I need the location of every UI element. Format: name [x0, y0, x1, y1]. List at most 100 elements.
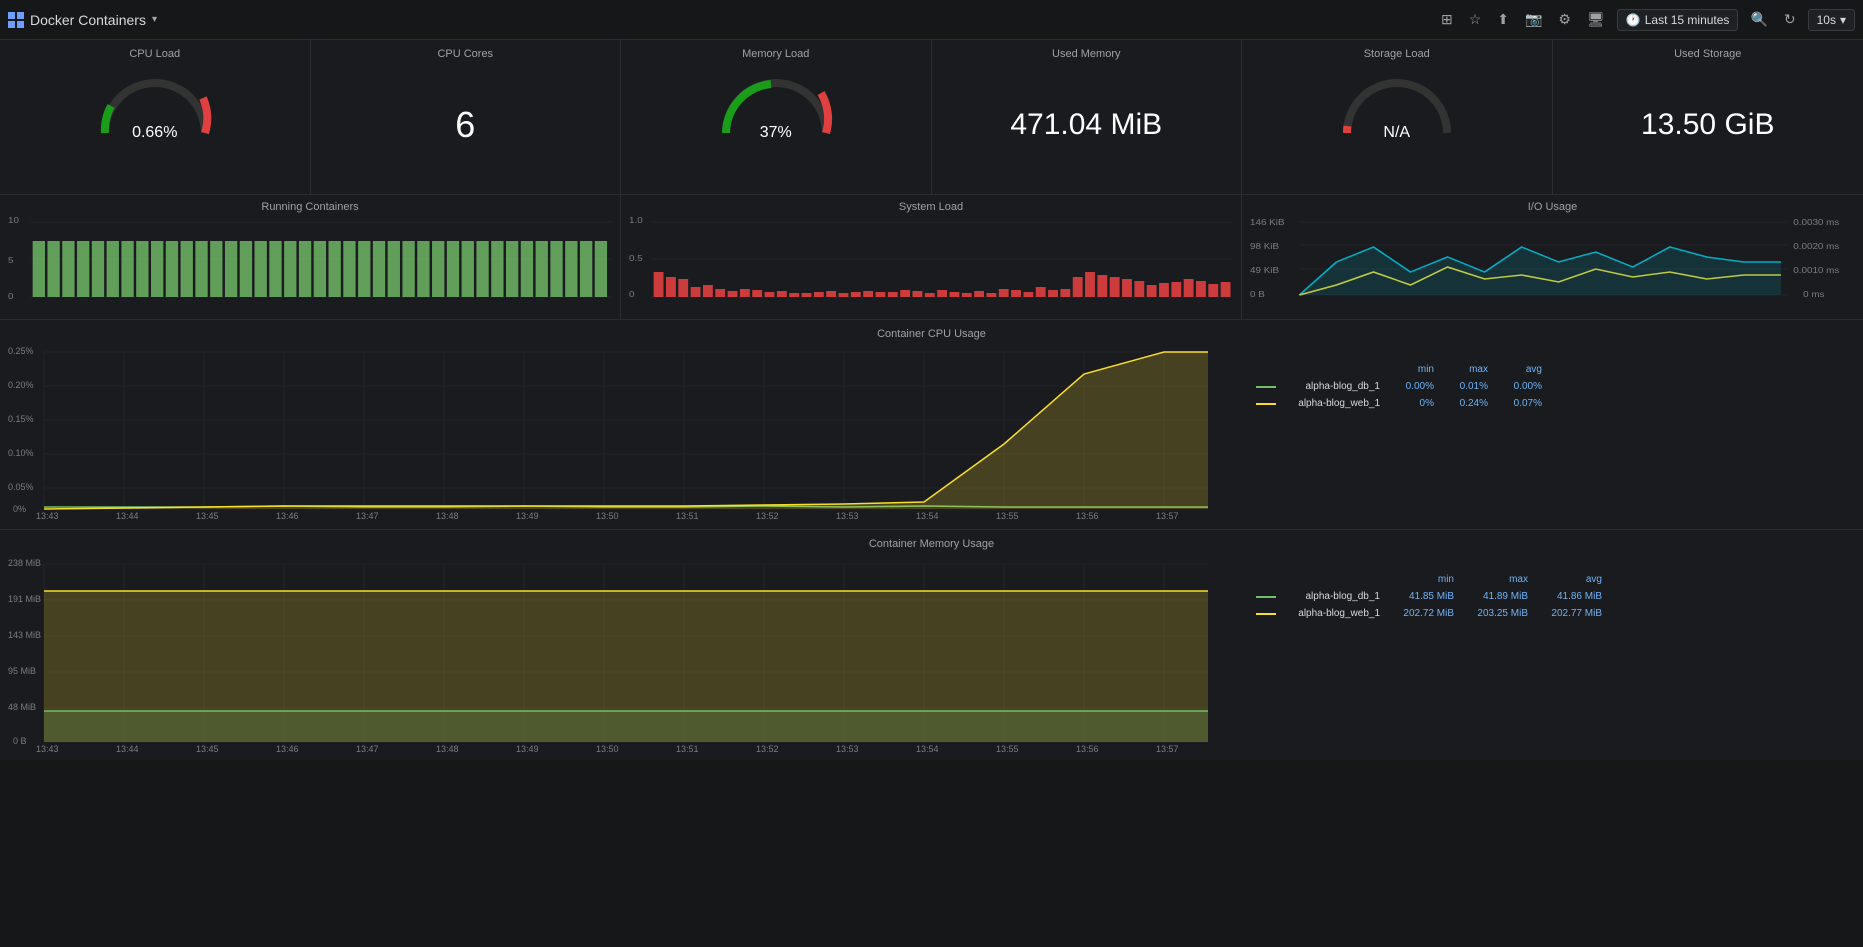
io-usage-title: I/O Usage: [1250, 201, 1855, 213]
svg-text:13:52: 13:52: [756, 511, 779, 519]
cpu-legend-max-0: 0.01%: [1438, 381, 1488, 392]
mem-legend-min-1: 202.72 MiB: [1384, 608, 1454, 619]
refresh-rate-label: 10s: [1817, 13, 1836, 27]
svg-text:13:52: 13:52: [756, 744, 779, 754]
clock-icon: 🕐: [1626, 13, 1641, 27]
svg-text:13:50: 13:50: [596, 511, 619, 519]
memory-load-title: Memory Load: [629, 48, 923, 60]
svg-text:238 MiB: 238 MiB: [8, 558, 41, 568]
svg-text:13:46: 13:46: [276, 511, 299, 519]
memory-load-panel: Memory Load 37%: [621, 40, 932, 194]
cpu-legend-item-1: alpha-blog_web_1 0% 0.24% 0.07%: [1256, 398, 1542, 409]
search-icon[interactable]: 🔍: [1746, 9, 1771, 30]
svg-text:13:53: 13:53: [836, 744, 859, 754]
mem-legend-color-1: [1256, 613, 1276, 615]
svg-text:0: 0: [629, 290, 634, 299]
memory-usage-chart-container: 238 MiB 191 MiB 143 MiB 95 MiB 48 MiB 0 …: [8, 554, 1855, 759]
cpu-usage-title: Container CPU Usage: [8, 328, 1855, 340]
mem-legend-item-0: alpha-blog_db_1 41.85 MiB 41.89 MiB 41.8…: [1256, 591, 1602, 602]
svg-text:48 MiB: 48 MiB: [8, 702, 36, 712]
cpu-usage-panel: Container CPU Usage 0.25% 0.20% 0.15% 0.…: [0, 320, 1863, 530]
svg-text:13:45: 13:45: [196, 511, 219, 519]
cpu-legend-min-1: 0%: [1384, 398, 1434, 409]
cpu-legend-min-header: min: [1384, 364, 1434, 375]
time-range-button[interactable]: 🕐 Last 15 minutes: [1617, 9, 1739, 31]
svg-text:13:45: 13:45: [196, 744, 219, 754]
refresh-icon[interactable]: ↻: [1780, 9, 1800, 30]
svg-text:13:54: 13:54: [916, 744, 939, 754]
cpu-usage-chart-container: 0.25% 0.20% 0.15% 0.10% 0.05% 0%: [8, 344, 1855, 524]
storage-load-panel: Storage Load N/A: [1242, 40, 1553, 194]
mem-legend-color-0: [1256, 596, 1276, 598]
cpu-load-title: CPU Load: [8, 48, 302, 60]
used-storage-panel: Used Storage 13.50 GiB: [1553, 40, 1863, 194]
svg-text:0 ms: 0 ms: [1803, 290, 1825, 299]
svg-text:0.0030 ms: 0.0030 ms: [1793, 218, 1840, 227]
running-containers-title: Running Containers: [8, 201, 612, 213]
cpu-legend-headers: min max avg: [1256, 364, 1542, 375]
running-containers-svg: 10 5 0: [8, 217, 612, 302]
page-title: Docker Containers: [30, 12, 146, 28]
system-load-svg: 1.0 0.5 0: [629, 217, 1233, 302]
settings-icon[interactable]: ⚙: [1554, 9, 1575, 30]
svg-text:13:44: 13:44: [116, 744, 139, 754]
memory-load-value: 37%: [716, 124, 836, 142]
svg-text:13:57: 13:57: [1156, 511, 1179, 519]
docker-icon: [8, 12, 24, 28]
svg-text:0.5: 0.5: [629, 254, 643, 263]
svg-text:0.25%: 0.25%: [8, 346, 34, 356]
svg-text:0.20%: 0.20%: [8, 380, 34, 390]
cpu-load-panel: CPU Load 0.66%: [0, 40, 311, 194]
tv-icon[interactable]: 🖥: [1583, 9, 1609, 30]
storage-load-gauge: N/A: [1337, 68, 1457, 138]
cpu-legend-label-1: alpha-blog_web_1: [1280, 398, 1380, 409]
star-icon[interactable]: ☆: [1465, 9, 1486, 30]
svg-text:0%: 0%: [13, 504, 26, 514]
mem-legend-label-0: alpha-blog_db_1: [1280, 591, 1380, 602]
cpu-legend-min-0: 0.00%: [1384, 381, 1434, 392]
mem-legend-min-0: 41.85 MiB: [1384, 591, 1454, 602]
svg-text:13:43: 13:43: [36, 511, 59, 519]
chevron-down-icon[interactable]: ▾: [152, 14, 157, 25]
header: Docker Containers ▾ ⊞ ☆ ⬆ 📷 ⚙ 🖥 🕐 Last 1…: [0, 0, 1863, 40]
svg-text:0.15%: 0.15%: [8, 414, 34, 424]
svg-text:13:57: 13:57: [1156, 744, 1179, 754]
cpu-usage-svg: 0.25% 0.20% 0.15% 0.10% 0.05% 0%: [8, 344, 1248, 519]
svg-text:191 MiB: 191 MiB: [8, 594, 41, 604]
share-icon[interactable]: ⬆: [1493, 9, 1513, 30]
cpu-legend-avg-0: 0.00%: [1492, 381, 1542, 392]
cpu-load-value: 0.66%: [95, 124, 215, 142]
svg-text:13:51: 13:51: [676, 744, 699, 754]
svg-text:13:55: 13:55: [996, 511, 1019, 519]
cpu-legend-color-1: [1256, 403, 1276, 405]
used-memory-value: 471.04 MiB: [1010, 108, 1162, 142]
svg-text:143 MiB: 143 MiB: [8, 630, 41, 640]
svg-text:13:48: 13:48: [436, 744, 459, 754]
svg-text:13:49: 13:49: [516, 744, 539, 754]
svg-text:13:53: 13:53: [836, 511, 859, 519]
mem-legend-item-1: alpha-blog_web_1 202.72 MiB 203.25 MiB 2…: [1256, 608, 1602, 619]
svg-text:98 KiB: 98 KiB: [1250, 242, 1279, 251]
svg-text:13:56: 13:56: [1076, 511, 1099, 519]
used-memory-panel: Used Memory 471.04 MiB: [932, 40, 1243, 194]
cpu-legend-item-0: alpha-blog_db_1 0.00% 0.01% 0.00%: [1256, 381, 1542, 392]
storage-load-title: Storage Load: [1250, 48, 1544, 60]
refresh-rate-button[interactable]: 10s ▾: [1808, 9, 1855, 31]
add-panel-icon[interactable]: ⊞: [1437, 9, 1457, 30]
io-usage-svg: 146 KiB 98 KiB 49 KiB 0 B 0.0030 ms 0.00…: [1250, 217, 1855, 302]
system-load-title: System Load: [629, 201, 1233, 213]
cpu-legend-avg-1: 0.07%: [1492, 398, 1542, 409]
snapshot-icon[interactable]: 📷: [1521, 9, 1546, 30]
svg-text:13:56: 13:56: [1076, 744, 1099, 754]
cpu-load-gauge: 0.66%: [95, 68, 215, 138]
mem-legend-headers: min max avg: [1256, 574, 1602, 585]
cpu-cores-title: CPU Cores: [319, 48, 613, 60]
mem-legend-max-header: max: [1458, 574, 1528, 585]
chevron-down-icon: ▾: [1840, 13, 1846, 27]
svg-text:13:47: 13:47: [356, 744, 379, 754]
svg-text:95 MiB: 95 MiB: [8, 666, 36, 676]
svg-text:1.0: 1.0: [629, 217, 643, 225]
io-usage-panel: I/O Usage 146 KiB 98 KiB 49 KiB 0 B 0.00…: [1242, 195, 1863, 319]
memory-load-gauge: 37%: [716, 68, 836, 138]
memory-usage-legend: min max avg alpha-blog_db_1 41.85 MiB 41…: [1248, 554, 1610, 759]
